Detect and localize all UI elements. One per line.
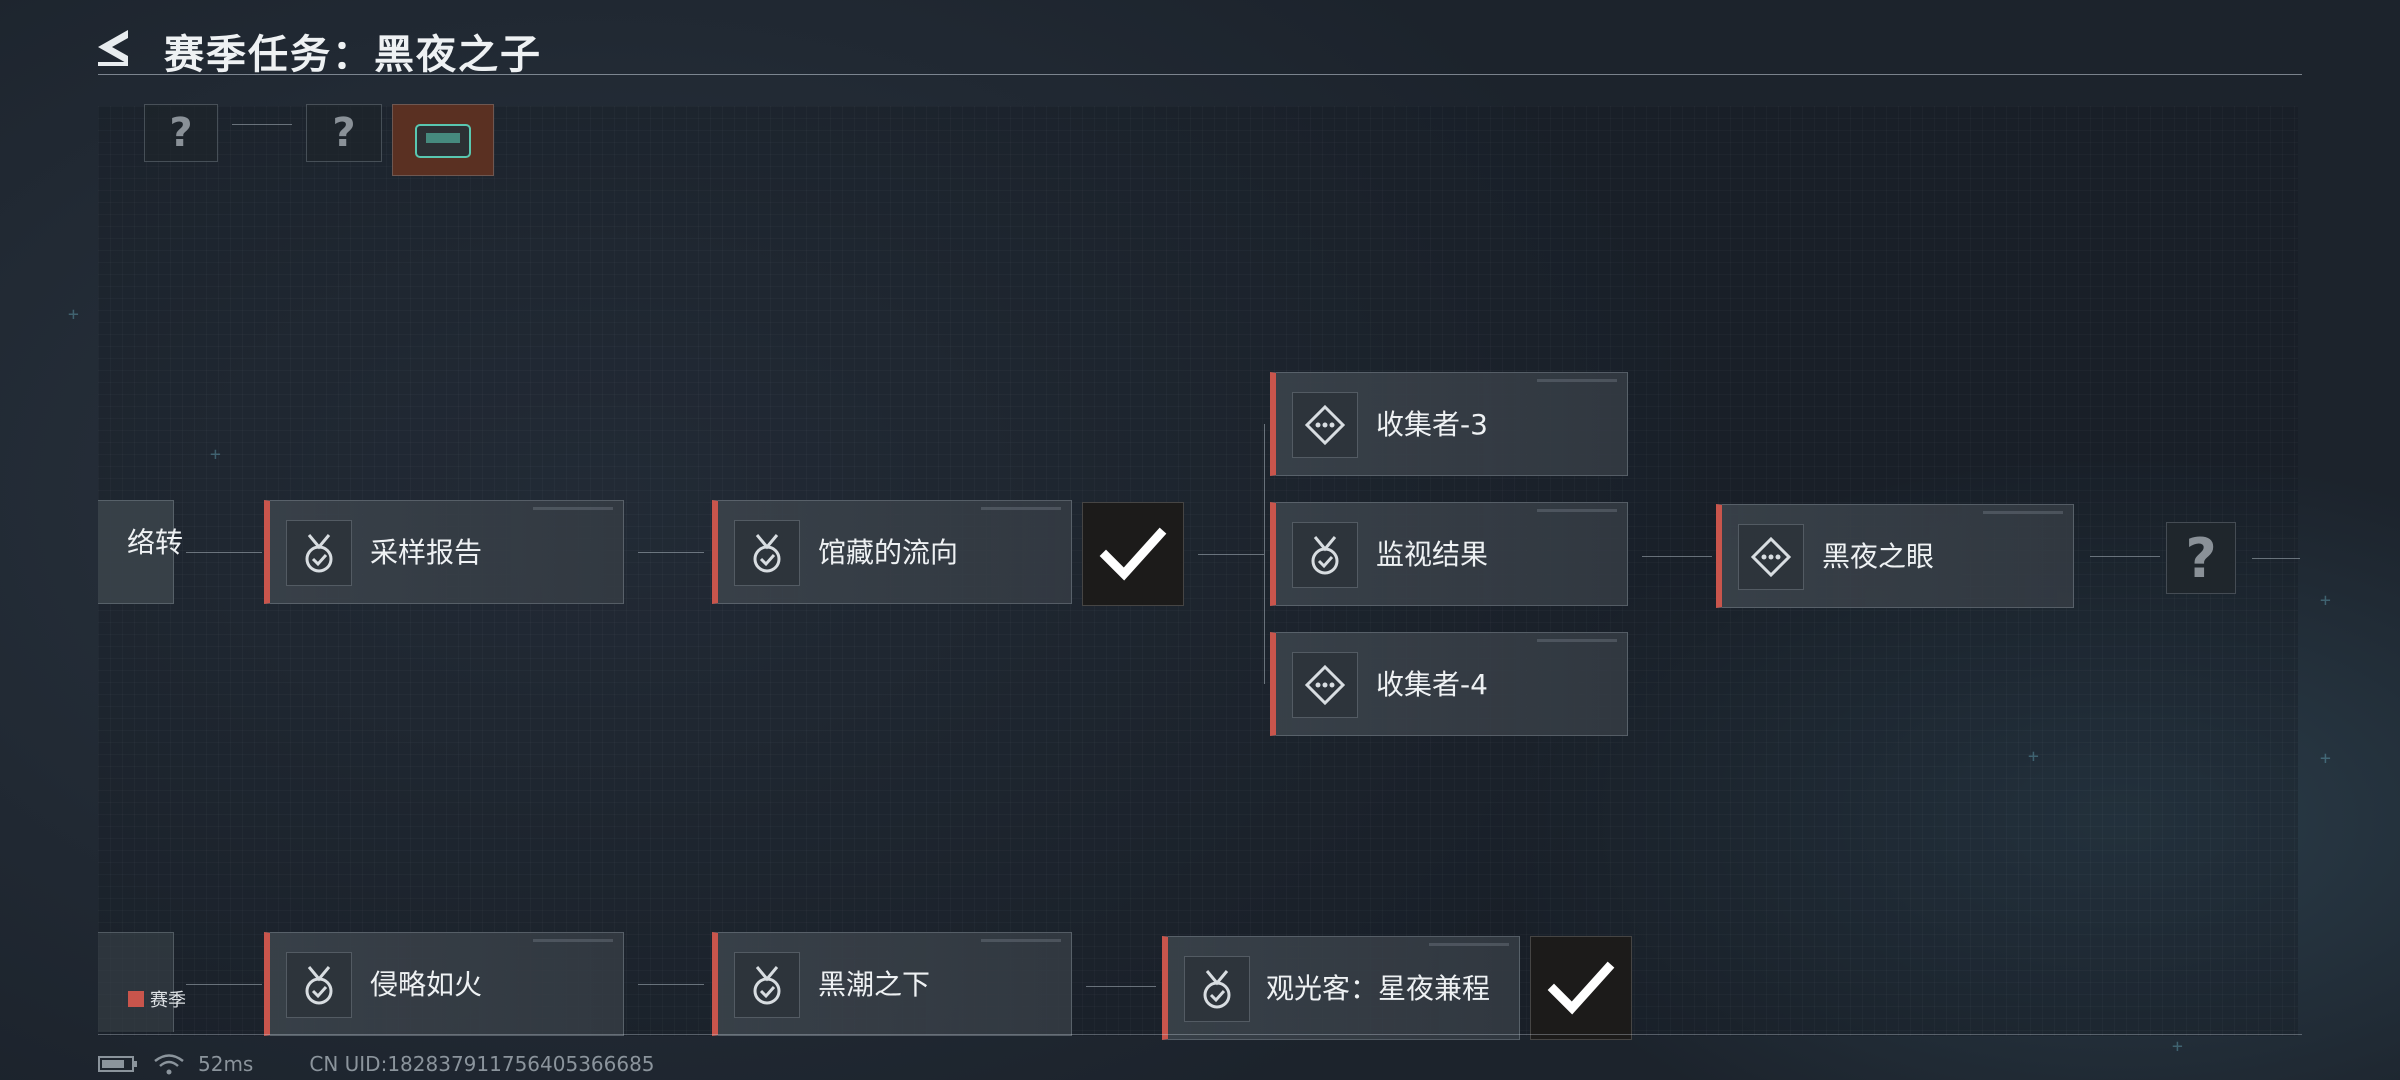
task-label: 收集者-3 — [1376, 408, 1488, 441]
task-label: 黑潮之下 — [818, 968, 931, 1001]
season-color-swatch — [128, 991, 144, 1007]
task-label: 观光客：星夜兼程 — [1266, 972, 1491, 1005]
connector-line — [1086, 986, 1156, 987]
header: 赛季任务：黑夜之子 — [0, 0, 2400, 80]
device-icon — [415, 124, 471, 158]
question-icon: ? — [2185, 526, 2217, 590]
connector-line — [1198, 554, 1264, 555]
crosshair-decoration: + — [2320, 590, 2331, 611]
crosshair-decoration: + — [2028, 746, 2039, 767]
season-label: 赛季 — [150, 990, 186, 1011]
diamond-dots-icon — [1304, 664, 1346, 706]
page-title: 赛季任务：黑夜之子 — [164, 32, 542, 78]
task-icon-box — [734, 520, 800, 586]
task-card-heichao[interactable]: 黑潮之下 — [712, 932, 1072, 1036]
title-divider — [98, 74, 2302, 75]
connector-line — [1642, 556, 1712, 557]
wifi-icon — [154, 1054, 184, 1075]
task-label: 络转 — [126, 526, 183, 559]
task-icon-box — [1292, 392, 1358, 458]
task-icon-box — [1292, 522, 1358, 588]
task-icon-box — [1292, 652, 1358, 718]
task-icon-box — [1738, 524, 1804, 590]
task-label: 馆藏的流向 — [818, 536, 959, 569]
connector-line — [186, 552, 262, 553]
bottom-divider — [98, 1034, 2302, 1035]
locked-node[interactable]: ? — [2166, 522, 2236, 594]
question-icon: ? — [169, 110, 193, 156]
medal-check-icon — [305, 534, 333, 573]
connector-line — [232, 124, 292, 125]
task-label: 侵略如火 — [370, 968, 483, 1001]
crosshair-decoration: + — [2320, 748, 2331, 769]
checkmark-icon — [1099, 527, 1167, 581]
checkmark-icon — [1547, 961, 1615, 1015]
diamond-dots-icon — [1750, 536, 1792, 578]
task-label: 收集者-4 — [1376, 668, 1488, 701]
connector-line — [2252, 558, 2300, 559]
reward-completed[interactable] — [1082, 502, 1184, 606]
diamond-dots-icon — [1304, 404, 1346, 446]
medal-check-icon — [1203, 970, 1231, 1009]
locked-node[interactable]: ? — [144, 104, 218, 162]
player-uid: CN UID:182837911756405366685 — [309, 1052, 655, 1076]
task-card-shouji3[interactable]: 收集者-3 — [1270, 372, 1628, 476]
medal-check-icon — [753, 966, 781, 1005]
task-icon-box — [286, 520, 352, 586]
task-label: 采样报告 — [370, 536, 483, 569]
connector-line — [186, 984, 262, 985]
task-icon-box — [734, 952, 800, 1018]
medal-check-icon — [1311, 536, 1339, 575]
crosshair-decoration: + — [210, 444, 221, 465]
back-button[interactable] — [94, 22, 144, 72]
branch-connector — [1264, 424, 1265, 684]
task-card-heiye[interactable]: 黑夜之眼 — [1716, 504, 2074, 608]
ping-value: 52ms — [198, 1052, 254, 1076]
question-icon: ? — [332, 110, 356, 156]
reward-completed[interactable] — [1530, 936, 1632, 1040]
task-card-qinlue[interactable]: 侵略如火 — [264, 932, 624, 1036]
status-bar: 52ms CN UID:182837911756405366685 — [98, 1052, 655, 1076]
season-legend: 赛季 — [128, 986, 186, 1012]
task-card-partial[interactable]: 络转 — [98, 500, 183, 604]
back-arrow-icon — [98, 30, 128, 66]
connector-line — [638, 552, 704, 553]
task-icon-box — [1184, 956, 1250, 1022]
crosshair-decoration: + — [2172, 1036, 2183, 1057]
task-card-shouji4[interactable]: 收集者-4 — [1270, 632, 1628, 736]
connector-line — [2090, 556, 2160, 557]
task-label: 监视结果 — [1376, 538, 1489, 571]
battery-icon — [98, 1056, 137, 1072]
task-card-guanguang[interactable]: 观光客：星夜兼程 — [1162, 936, 1520, 1040]
task-icon-box — [286, 952, 352, 1018]
crosshair-decoration: + — [68, 304, 79, 325]
task-card-partial[interactable] — [98, 932, 174, 1032]
task-card-jianshi[interactable]: 监视结果 — [1270, 502, 1628, 606]
medal-check-icon — [753, 534, 781, 573]
medal-check-icon — [305, 966, 333, 1005]
task-card-guancang[interactable]: 馆藏的流向 — [712, 500, 1072, 604]
connector-line — [638, 984, 704, 985]
locked-node[interactable]: ? — [306, 104, 382, 162]
task-label: 黑夜之眼 — [1822, 540, 1935, 573]
reward-item-icon[interactable] — [392, 104, 494, 176]
task-card-caiyang[interactable]: 采样报告 — [264, 500, 624, 604]
